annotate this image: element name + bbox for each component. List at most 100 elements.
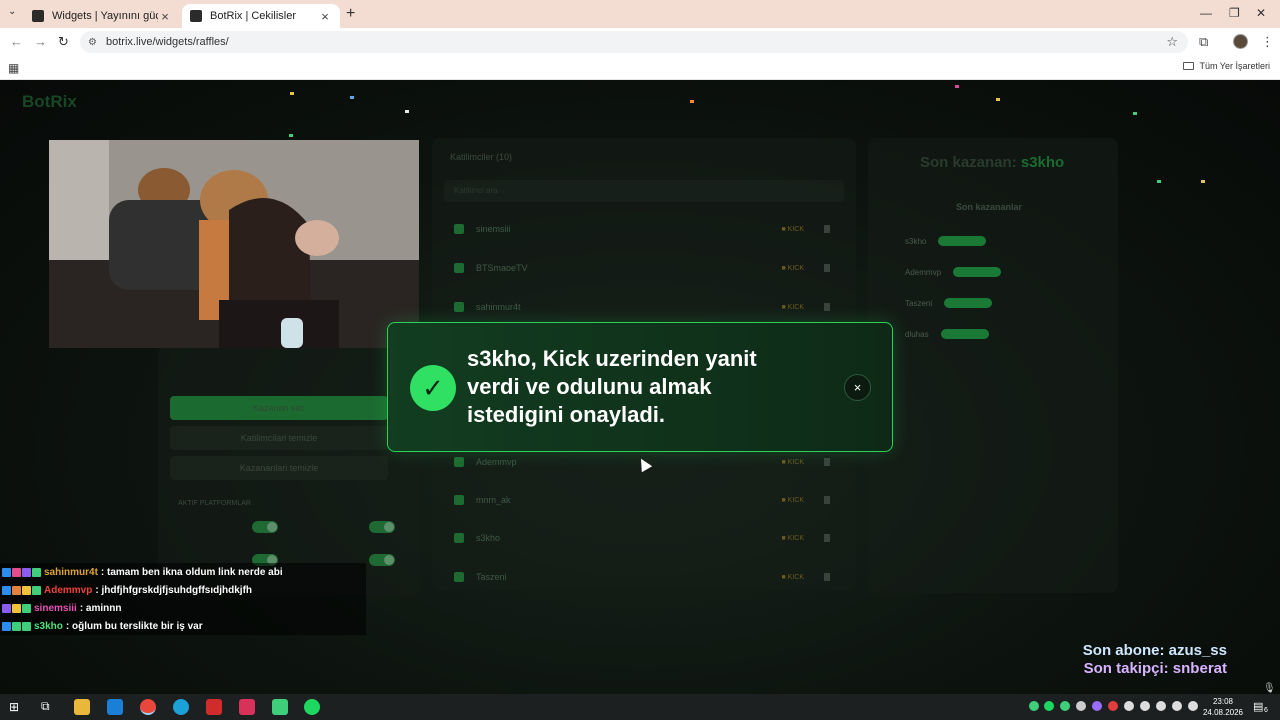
clear-winners-button[interactable]: Kazananlari temizle <box>170 456 388 480</box>
extensions-puzzle-icon[interactable]: ⧉ <box>1199 34 1208 50</box>
app-icon[interactable] <box>239 699 255 715</box>
winner-platform-pill <box>940 329 989 339</box>
trash-icon[interactable] <box>824 303 830 311</box>
trash-icon[interactable] <box>824 264 830 272</box>
all-bookmarks-button[interactable]: Tüm Yer İşaretleri <box>1183 61 1270 71</box>
last-winner-heading: Son kazanan: s3kho <box>920 154 1064 171</box>
trash-icon[interactable] <box>824 573 830 581</box>
bookmarks-bar: ▦ Tüm Yer İşaretleri <box>0 56 1280 80</box>
entrant-name: Taszeni <box>476 572 507 582</box>
forward-arrow-icon[interactable]: → <box>34 34 47 49</box>
profile-avatar[interactable] <box>1233 34 1248 49</box>
entrant-badge-icon <box>454 533 464 543</box>
pick-winner-button[interactable]: Kazanan sec <box>170 396 388 420</box>
folder-icon <box>1183 62 1195 70</box>
outlook-icon[interactable] <box>107 699 123 715</box>
notification-count: 6 <box>1264 707 1268 714</box>
winner-row: Taszeni <box>905 298 993 308</box>
language-icon[interactable] <box>1172 701 1182 711</box>
tray-app-icon[interactable] <box>1060 701 1070 711</box>
task-view-icon[interactable]: ⧉ <box>41 699 50 714</box>
back-arrow-icon[interactable]: ← <box>10 34 23 49</box>
entrant-badge-icon <box>454 495 464 505</box>
kick-tag-icon: ■ KICK <box>781 458 804 466</box>
tray-record-icon[interactable] <box>1108 701 1118 711</box>
tray-spotify-icon[interactable] <box>1044 701 1054 711</box>
trash-icon[interactable] <box>824 225 830 233</box>
apps-grid-icon[interactable]: ▦ <box>8 61 19 75</box>
entrant-row: sinemsiii ■ KICK <box>446 214 846 244</box>
close-window-icon[interactable]: ✕ <box>1256 6 1266 20</box>
chat-text: : tamam ben ikna oldum link nerde abi <box>100 566 283 578</box>
badge-icon <box>22 603 31 613</box>
badge-icon <box>12 621 21 631</box>
new-tab-plus-icon[interactable]: + <box>346 5 355 23</box>
tab-cekilisler[interactable]: BotRix | Cekilisler × <box>182 4 340 28</box>
address-bar[interactable]: ⚙ botrix.live/widgets/raffles/ ☆ <box>80 31 1188 53</box>
network-icon[interactable] <box>1156 701 1166 711</box>
platform-toggle[interactable] <box>369 521 395 533</box>
spotify-icon[interactable] <box>304 699 320 715</box>
tray-app-icon[interactable] <box>1076 701 1086 711</box>
tab-title: Widgets | Yayınını güçlendirmek <box>52 10 158 22</box>
site-info-icon[interactable]: ⚙ <box>88 37 100 48</box>
chat-badges <box>2 603 31 613</box>
tab-widgets[interactable]: Widgets | Yayınını güçlendirmek × <box>24 4 180 28</box>
winners-header: Son kazananlar <box>956 202 1023 212</box>
checkmark-icon: ✓ <box>410 365 456 411</box>
clear-entrants-button[interactable]: Katilimcilari temizle <box>170 426 388 450</box>
minimize-icon[interactable]: — <box>1200 6 1212 20</box>
platform-toggle[interactable] <box>369 554 395 566</box>
chat-username: s3kho <box>34 620 63 632</box>
windows-start-icon[interactable]: ⊞ <box>9 700 19 714</box>
kick-tag-icon: ■ KICK <box>781 303 804 311</box>
all-bookmarks-label: Tüm Yer İşaretleri <box>1199 61 1270 71</box>
tray-app-icon[interactable] <box>1029 701 1039 711</box>
browser-toolbar: ← → ↻ ⚙ botrix.live/widgets/raffles/ ☆ ⧉… <box>0 28 1280 56</box>
clock-time: 23:08 <box>1212 697 1234 706</box>
volume-icon[interactable] <box>1188 701 1198 711</box>
chrome-icon[interactable] <box>140 699 156 715</box>
menu-kebab-icon[interactable]: ⋮ <box>1261 34 1274 50</box>
trash-icon[interactable] <box>824 458 830 466</box>
badge-icon <box>12 567 21 577</box>
restore-icon[interactable]: ❐ <box>1229 6 1240 20</box>
platform-toggle[interactable] <box>252 521 278 533</box>
platforms-label: AKTIF PLATFORMLAR <box>178 500 251 507</box>
webcam-feed <box>49 140 419 348</box>
entrant-name: Ademmvp <box>476 457 517 467</box>
winner-name: Taszeni <box>905 298 933 308</box>
chat-badges <box>2 621 31 631</box>
notifications-icon[interactable]: ▤ <box>1253 700 1263 713</box>
winner-name: Ademmvp <box>905 267 942 277</box>
app-icon[interactable] <box>272 699 288 715</box>
tray-mic-icon[interactable] <box>1124 701 1134 711</box>
trash-icon[interactable] <box>824 496 830 504</box>
winner-platform-pill <box>953 267 1002 277</box>
entrant-badge-icon <box>454 224 464 234</box>
file-explorer-icon[interactable] <box>74 699 90 715</box>
tray-app-icon[interactable] <box>1092 701 1102 711</box>
edge-icon[interactable] <box>173 699 189 715</box>
trash-icon[interactable] <box>824 534 830 542</box>
kick-tag-icon: ■ KICK <box>781 573 804 581</box>
bookmark-star-icon[interactable]: ☆ <box>1166 34 1178 50</box>
confetti-piece <box>350 96 354 99</box>
entrant-search-input[interactable]: Katilimci ara <box>444 180 844 202</box>
kick-tag-icon: ■ KICK <box>781 225 804 233</box>
taskbar-clock[interactable]: 23:08 24.08.2026 <box>1200 696 1246 718</box>
winner-platform-pill <box>944 298 993 308</box>
reload-icon[interactable]: ↻ <box>58 34 69 50</box>
close-icon[interactable]: × <box>844 374 871 401</box>
close-tab-icon[interactable]: × <box>318 9 332 24</box>
chat-overlay: sahinmur4t : tamam ben ikna oldum link n… <box>0 563 366 635</box>
app-icon[interactable] <box>206 699 222 715</box>
badge-icon <box>12 585 21 595</box>
tab-search-chevron-icon[interactable]: ⌄ <box>8 6 16 17</box>
chat-message: s3kho : oğlum bu terslikte bir iş var <box>0 617 366 635</box>
badge-icon <box>32 585 41 595</box>
kick-tag-icon: ■ KICK <box>781 534 804 542</box>
close-tab-icon[interactable]: × <box>158 9 172 24</box>
confetti-piece <box>996 98 1000 101</box>
tray-display-icon[interactable] <box>1140 701 1150 711</box>
